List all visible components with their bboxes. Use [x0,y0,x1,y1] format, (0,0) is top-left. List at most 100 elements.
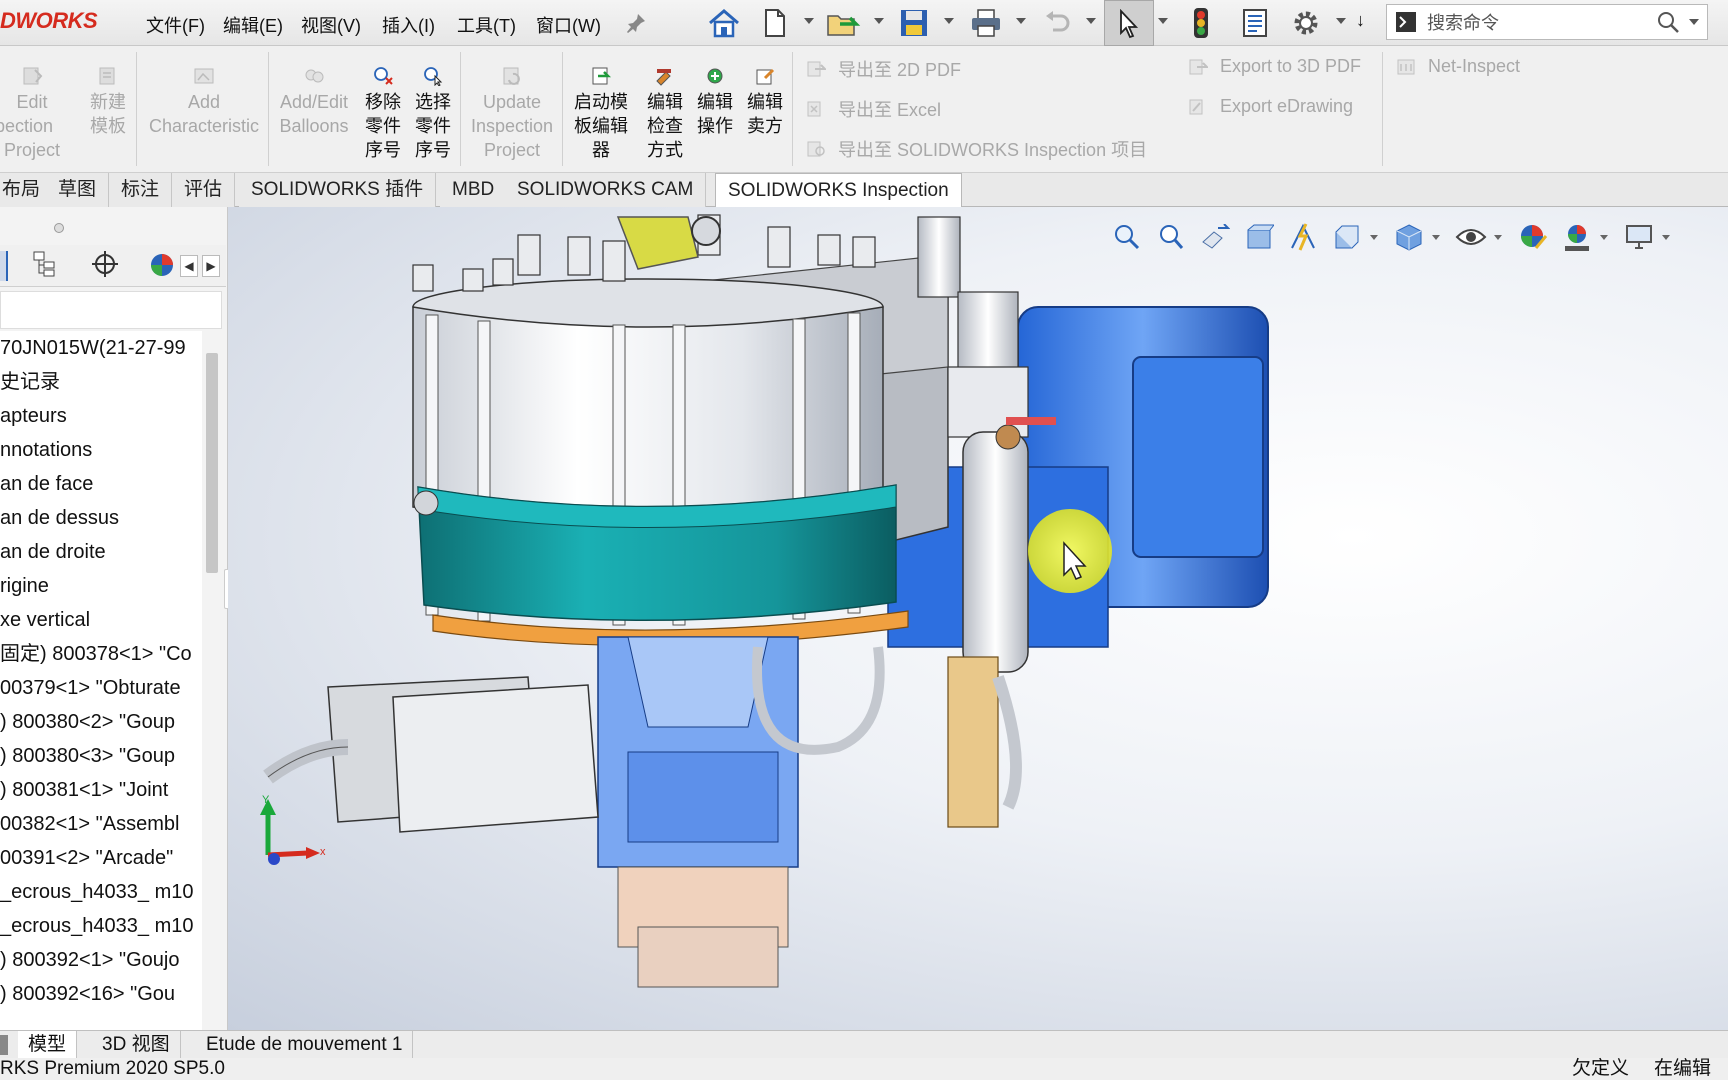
tab-model[interactable]: 模型 [18,1031,78,1059]
export-excel-button[interactable]: 导出至 Excel [806,96,941,122]
tree-item-component[interactable]: ) 800380<2> "Goup [0,705,202,739]
edit-vendor-button[interactable]: 编辑 卖方 [742,66,788,138]
edit-inspection-method-button[interactable]: 编辑 检查 方式 [642,66,688,162]
tab-mbd[interactable]: MBD [440,173,508,207]
tree-item-component[interactable]: 固定) 800378<1> "Co [0,637,202,671]
select-button[interactable] [1104,0,1154,46]
tree-item-sensors[interactable]: apteurs [0,399,202,433]
add-edit-balloons-button[interactable]: Add/Edit Balloons [274,66,354,138]
menu-tools[interactable]: 工具(T) [457,12,516,38]
select-dropdown-caret[interactable] [1158,18,1168,24]
tab-scroll-left-icon[interactable]: ◀ [180,255,198,277]
tab-evaluate[interactable]: 评估 [172,173,236,207]
tree-item-component[interactable]: 00391<2> "Arcade" [0,841,202,875]
remove-balloon-label-3: 序号 [365,140,401,160]
menu-window[interactable]: 窗口(W) [536,12,601,38]
tree-item-origin[interactable]: rigine [0,569,202,603]
update-inspection-project-button[interactable]: Update Inspection Project [466,66,558,162]
save-icon[interactable] [896,4,932,42]
tree-item-component[interactable]: 00382<1> "Assembl [0,807,202,841]
template-editor-icon [592,67,612,85]
tab-motion-study[interactable]: Etude de mouvement 1 [196,1031,414,1059]
open-dropdown-caret[interactable] [874,18,884,24]
tab-solidworks-inspection[interactable]: SOLIDWORKS Inspection [715,173,962,208]
update-inspection-project-label-3: Project [483,140,541,160]
tree-item-component[interactable]: _ecrous_h4033_ m10 [0,909,202,943]
options-dropdown-caret[interactable] [1336,18,1346,24]
configuration-manager-tab-icon[interactable] [90,249,124,283]
tree-item-component[interactable]: ) 800381<1> "Joint [0,773,202,807]
new-document-icon[interactable] [760,4,790,42]
tree-item-annotations[interactable]: nnotations [0,433,202,467]
command-separator [1382,52,1383,166]
tree-item-vertical-axis[interactable]: xe vertical [0,603,202,637]
menu-edit[interactable]: 编辑(E) [223,12,283,38]
tree-filter-box[interactable] [0,291,222,329]
remove-balloon-button[interactable]: 移除 零件 序号 [360,66,406,162]
tree-scrollbar[interactable] [206,353,218,573]
new-template-button[interactable]: 新建 模板 [84,66,132,138]
menu-insert[interactable]: 插入(I) [382,12,435,38]
tree-item-component[interactable]: ) 800392<1> "Goujo [0,943,202,977]
save-dropdown-caret[interactable] [944,18,954,24]
template-editor-button[interactable]: 启动模 板编辑 器 [568,66,634,162]
app-logo[interactable]: DWORKS [0,8,98,34]
tab-scroll-handle[interactable] [0,1035,8,1055]
rebuild-traffic-light-icon[interactable] [1186,4,1216,42]
print-dropdown-caret[interactable] [1016,18,1026,24]
panel-collapse-handle[interactable] [54,223,64,233]
toolbar-overflow[interactable]: ↓ [1356,10,1365,31]
print-icon[interactable] [966,4,1006,42]
edit-operation-button[interactable]: 编辑 操作 [692,66,738,138]
tab-scroll-right-icon[interactable]: ▶ [202,255,220,277]
tree-item-right-plane[interactable]: an de droite [0,535,202,569]
edit-operation-icon [707,68,723,84]
pin-icon[interactable] [622,4,650,42]
feature-tree-tab[interactable] [0,251,8,281]
file-properties-icon[interactable] [1238,4,1272,42]
open-icon[interactable] [824,4,864,42]
tree-item-component[interactable]: ) 800380<3> "Goup [0,739,202,773]
tab-solidworks-cam[interactable]: SOLIDWORKS CAM [505,173,707,207]
tree-item-history[interactable]: 史记录 [0,365,202,399]
template-editor-label-1: 启动模 [574,92,628,112]
tree-item-component[interactable]: 00379<1> "Obturate [0,671,202,705]
graphics-viewport[interactable]: Y x [228,207,1728,1030]
status-bar: RKS Premium 2020 SP5.0 欠定义 在编辑 [0,1058,1728,1080]
home-icon[interactable] [704,4,744,42]
tree-item-component[interactable]: _ecrous_h4033_ m10 [0,875,202,909]
property-manager-tab-icon[interactable] [30,249,64,283]
select-balloon-button[interactable]: 选择 零件 序号 [410,66,456,162]
tree-item-component[interactable]: ) 800392<16> "Gou [0,977,202,1011]
appearance-tab-icon[interactable] [148,251,178,281]
export-inspection-project-button[interactable]: 导出至 SOLIDWORKS Inspection 项目 [806,136,1147,162]
tab-sketch[interactable]: 草图 [46,173,110,207]
menu-view[interactable]: 视图(V) [301,12,361,38]
undo-dropdown-caret[interactable] [1086,18,1096,24]
tree-item-root-assembly[interactable]: 70JN015W(21-27-99 [0,331,202,365]
add-edit-balloons-icon [305,69,324,83]
3d-model-valve-actuator[interactable]: Y x [228,207,1728,1030]
tree-item-top-plane[interactable]: an de dessus [0,501,202,535]
tab-solidworks-addins[interactable]: SOLIDWORKS 插件 [239,173,437,207]
search-commands-box[interactable] [1386,4,1708,40]
add-characteristic-button[interactable]: Add Characteristic [142,66,266,138]
add-edit-balloons-label-2: Balloons [279,116,349,136]
feature-tree: 70JN015W(21-27-99 史记录 apteurs nnotations… [0,331,202,1031]
menu-file[interactable]: 文件(F) [146,12,205,38]
search-icon[interactable] [1653,7,1683,37]
tab-3d-views[interactable]: 3D 视图 [92,1031,181,1059]
net-inspect-button[interactable]: Net-Inspect [1396,56,1520,77]
export-3d-pdf-button[interactable]: Export to 3D PDF [1188,56,1361,77]
new-dropdown-caret[interactable] [804,18,814,24]
search-dropdown-caret[interactable] [1689,19,1699,25]
options-gear-icon[interactable] [1286,4,1326,42]
export-2d-pdf-button[interactable]: 导出至 2D PDF [806,56,961,82]
edit-inspection-project-button[interactable]: Edit Inspection Project [0,66,64,162]
update-inspection-project-icon [503,67,520,85]
search-input[interactable] [1427,11,1647,35]
tab-markup[interactable]: 标注 [109,173,173,207]
tree-item-front-plane[interactable]: an de face [0,467,202,501]
export-edrawing-button[interactable]: Export eDrawing [1188,96,1353,117]
undo-icon[interactable] [1040,4,1074,42]
